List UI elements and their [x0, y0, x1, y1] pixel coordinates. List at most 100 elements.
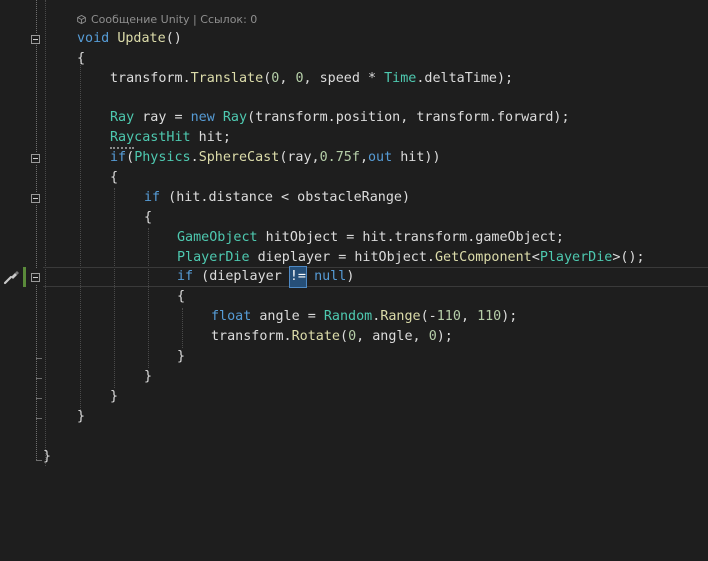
- token-keyword: void: [77, 31, 110, 46]
- token-method: Translate: [190, 71, 264, 86]
- code-line-open-brace[interactable]: {: [77, 49, 85, 69]
- token-ident: (dieplayer: [193, 269, 290, 284]
- code-line-close-brace[interactable]: }: [144, 367, 152, 387]
- collapse-minus-icon[interactable]: [31, 194, 40, 203]
- token-type: PlayerDie: [177, 250, 250, 265]
- code-line-method-signature[interactable]: void Update(): [77, 29, 182, 49]
- token-punct: (): [165, 31, 182, 46]
- code-line-random-angle[interactable]: float angle = Random.Range(-110, 110);: [211, 307, 517, 327]
- codelens-info[interactable]: Сообщение Unity | Ссылок: 0: [77, 12, 257, 28]
- token-punct: .: [190, 150, 199, 165]
- token-punct: );: [501, 309, 518, 324]
- indent-guide: [80, 60, 82, 410]
- collapse-minus-icon[interactable]: [31, 273, 40, 282]
- token-ident: hit;: [190, 130, 231, 145]
- token-punct: <: [531, 250, 540, 265]
- token-type: Random: [323, 309, 373, 324]
- token-keyword: new: [190, 110, 215, 125]
- selected-operator[interactable]: !=: [288, 266, 308, 288]
- token-method: GetComponent: [435, 250, 532, 265]
- token-keyword: if: [110, 150, 127, 165]
- token-number: 0: [348, 329, 357, 344]
- token-type: RaycastHit: [110, 130, 191, 145]
- code-line-close-brace[interactable]: }: [110, 387, 118, 407]
- code-line-rotate[interactable]: transform.Rotate(0, angle, 0);: [211, 327, 453, 347]
- token-type: GameObject: [177, 230, 258, 245]
- code-line-getcomponent[interactable]: PlayerDie dieplayer = hitObject.GetCompo…: [177, 248, 645, 268]
- code-line-distance-check[interactable]: if (hit.distance < obstacleRange): [144, 188, 410, 208]
- token-keyword: if: [144, 190, 161, 205]
- token-punct: (-: [420, 309, 437, 324]
- indent-guide: [45, 0, 47, 466]
- token-punct: (: [126, 150, 135, 165]
- token-ident: angle =: [251, 309, 324, 324]
- token-type: PlayerDie: [539, 250, 613, 265]
- outline-line: [36, 165, 38, 192]
- token-ident: hit)): [392, 150, 441, 165]
- code-line-hitobject[interactable]: GameObject hitObject = hit.transform.gam…: [177, 228, 564, 248]
- codelens-text: Сообщение Unity | Ссылок: 0: [91, 13, 258, 26]
- token-ident: (transform.position, transform.forward);: [247, 110, 570, 125]
- code-line-close-brace[interactable]: }: [43, 447, 51, 467]
- code-editor[interactable]: Сообщение Unity | Ссылок: 0 void Update(…: [0, 0, 708, 561]
- token-punct: (: [340, 329, 349, 344]
- code-line-spherecast[interactable]: if(Physics.SphereCast(ray,0.75f,out hit)…: [110, 148, 441, 168]
- token-method: Rotate: [291, 329, 340, 344]
- token-punct: .: [182, 71, 191, 86]
- token-method: Range: [380, 309, 421, 324]
- outline-end-tick: [36, 398, 42, 399]
- token-method: Update: [117, 31, 166, 46]
- token-punct: ,: [279, 71, 296, 86]
- token-number: 110: [436, 309, 461, 324]
- collapse-minus-icon[interactable]: [31, 154, 40, 163]
- outline-line: [36, 285, 38, 460]
- indent-guide: [182, 308, 184, 348]
- token-punct: ,: [359, 150, 368, 165]
- code-line-close-brace[interactable]: }: [177, 347, 185, 367]
- token-ident: (ray,: [279, 150, 320, 165]
- token-punct: {: [110, 170, 119, 185]
- token-number: 110: [477, 309, 502, 324]
- code-line-translate[interactable]: transform.Translate(0, 0, speed * Time.d…: [110, 69, 513, 89]
- token-punct: {: [177, 289, 186, 304]
- collapse-minus-icon[interactable]: [31, 35, 40, 44]
- change-indicator: [23, 267, 26, 287]
- code-line-open-brace[interactable]: {: [177, 287, 185, 307]
- indent-guide: [148, 228, 150, 368]
- token-punct: ,: [460, 309, 478, 324]
- token-ident: transform: [110, 71, 183, 86]
- token-keyword: null: [314, 269, 347, 284]
- token-ident: , angle,: [356, 329, 429, 344]
- token-punct: }: [110, 389, 119, 404]
- token-keyword: out: [368, 150, 393, 165]
- token-punct: ): [346, 269, 355, 284]
- outline-line: [36, 0, 38, 33]
- code-line-close-brace[interactable]: }: [77, 407, 85, 427]
- token-ident: hitObject = hit.transform.gameObject;: [257, 230, 564, 245]
- outline-line: [36, 205, 38, 268]
- indent-guide: [114, 188, 116, 388]
- token-ident: (hit.distance < obstacleRange): [160, 190, 411, 205]
- outline-end-tick: [36, 460, 42, 461]
- token-number: 0.75f: [319, 150, 360, 165]
- token-ident: .deltaTime);: [416, 71, 514, 86]
- code-line-ray[interactable]: Ray ray = new Ray(transform.position, tr…: [110, 108, 570, 128]
- outline-line: [36, 45, 38, 152]
- token-ident: ray =: [134, 110, 191, 125]
- code-line-null-check[interactable]: if (dieplayer != null): [177, 266, 355, 288]
- token-keyword: if: [177, 269, 194, 284]
- quick-action-brush-icon[interactable]: [2, 268, 20, 286]
- code-line-open-brace[interactable]: {: [110, 168, 118, 188]
- token-keyword: float: [211, 309, 252, 324]
- outline-end-tick: [36, 378, 42, 379]
- token-punct: }: [144, 369, 153, 384]
- token-number: 0: [295, 71, 304, 86]
- token-number: 0: [428, 329, 437, 344]
- token-punct: }: [77, 409, 86, 424]
- code-line-open-brace[interactable]: {: [144, 208, 152, 228]
- token-ident: , speed *: [303, 71, 385, 86]
- token-type: Ray: [222, 110, 248, 125]
- token-punct: }: [43, 449, 52, 464]
- token-punct: >();: [612, 250, 645, 265]
